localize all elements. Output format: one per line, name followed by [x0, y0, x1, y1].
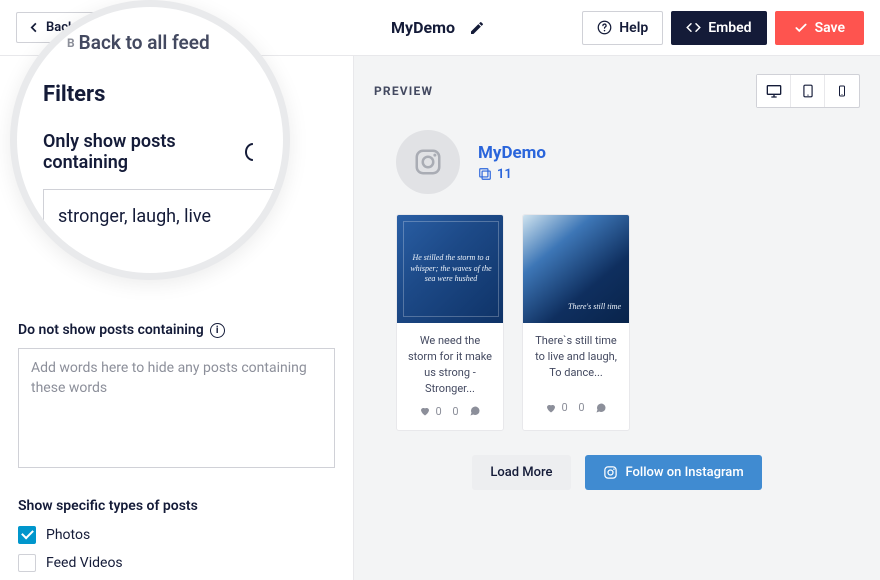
preview-pane: PREVIEW MyDemo 11 He stille	[354, 56, 880, 580]
device-desktop[interactable]	[757, 75, 791, 107]
instagram-icon	[603, 465, 618, 480]
comment-icon	[595, 402, 607, 414]
profile-post-count: 11	[478, 167, 546, 182]
post-thumbnail: He stilled the storm to a whisper; the w…	[397, 215, 504, 323]
device-mobile[interactable]	[825, 75, 859, 107]
checkbox-label: Feed Videos	[46, 555, 123, 571]
magnified-only-show-label: Only show posts containing	[43, 131, 261, 173]
info-icon	[245, 143, 261, 161]
feed-title: MyDemo	[391, 18, 455, 37]
pencil-icon	[469, 20, 485, 36]
mobile-icon	[836, 83, 848, 99]
save-button[interactable]: Save	[775, 11, 864, 45]
magnified-filters-heading: Filters	[43, 82, 261, 107]
avatar	[396, 130, 460, 194]
post-thumbnail: There's still time	[523, 215, 630, 323]
tablet-icon	[801, 83, 815, 99]
checkbox-icon	[18, 554, 36, 572]
edit-title-button[interactable]	[465, 16, 489, 40]
heart-icon	[545, 402, 557, 414]
exclude-words-input[interactable]	[18, 348, 335, 468]
checkbox-icon	[18, 526, 36, 544]
chevron-left-icon	[29, 22, 40, 33]
magnifier-overlay: B Back to all feed Filters Only show pos…	[10, 0, 290, 280]
post-caption: We need the storm for it make us strong …	[405, 333, 495, 397]
load-more-button[interactable]: Load More	[472, 455, 570, 490]
instagram-icon	[413, 147, 443, 177]
help-icon	[597, 20, 612, 35]
checkbox-label: Photos	[46, 527, 90, 543]
magnified-only-show-input[interactable]: stronger, laugh, live	[43, 189, 290, 280]
help-button-label: Help	[619, 20, 648, 36]
profile-name-link[interactable]: MyDemo	[478, 143, 546, 163]
follow-button[interactable]: Follow on Instagram	[585, 455, 762, 490]
comment-icon	[469, 405, 481, 417]
post-card[interactable]: There's still time There`s still time to…	[522, 214, 630, 431]
embed-button[interactable]: Embed	[671, 11, 766, 45]
desktop-icon	[766, 83, 782, 99]
checkbox-feed-videos[interactable]: Feed Videos	[18, 554, 335, 572]
checkbox-photos[interactable]: Photos	[18, 526, 335, 544]
code-icon	[686, 20, 701, 35]
post-card[interactable]: He stilled the storm to a whisper; the w…	[396, 214, 504, 431]
help-button[interactable]: Help	[582, 11, 663, 45]
post-caption: There`s still time to live and laugh, To…	[531, 333, 621, 393]
check-icon	[794, 21, 808, 35]
profile-header: MyDemo 11	[374, 130, 860, 214]
info-icon[interactable]: i	[210, 323, 225, 338]
preview-heading: PREVIEW	[374, 84, 433, 98]
magnified-back-button[interactable]: B Back to all feed	[43, 31, 261, 54]
gallery-icon	[478, 167, 492, 181]
device-tablet[interactable]	[791, 75, 825, 107]
post-stats: 0 0	[405, 405, 495, 418]
post-stats: 0 0	[531, 401, 621, 414]
embed-button-label: Embed	[708, 20, 751, 36]
device-switcher	[756, 74, 860, 108]
follow-button-label: Follow on Instagram	[626, 465, 744, 480]
save-button-label: Save	[815, 20, 845, 36]
post-types-heading: Show specific types of posts	[18, 498, 335, 514]
heart-icon	[419, 405, 431, 417]
exclude-words-label: Do not show posts containing i	[18, 322, 335, 338]
